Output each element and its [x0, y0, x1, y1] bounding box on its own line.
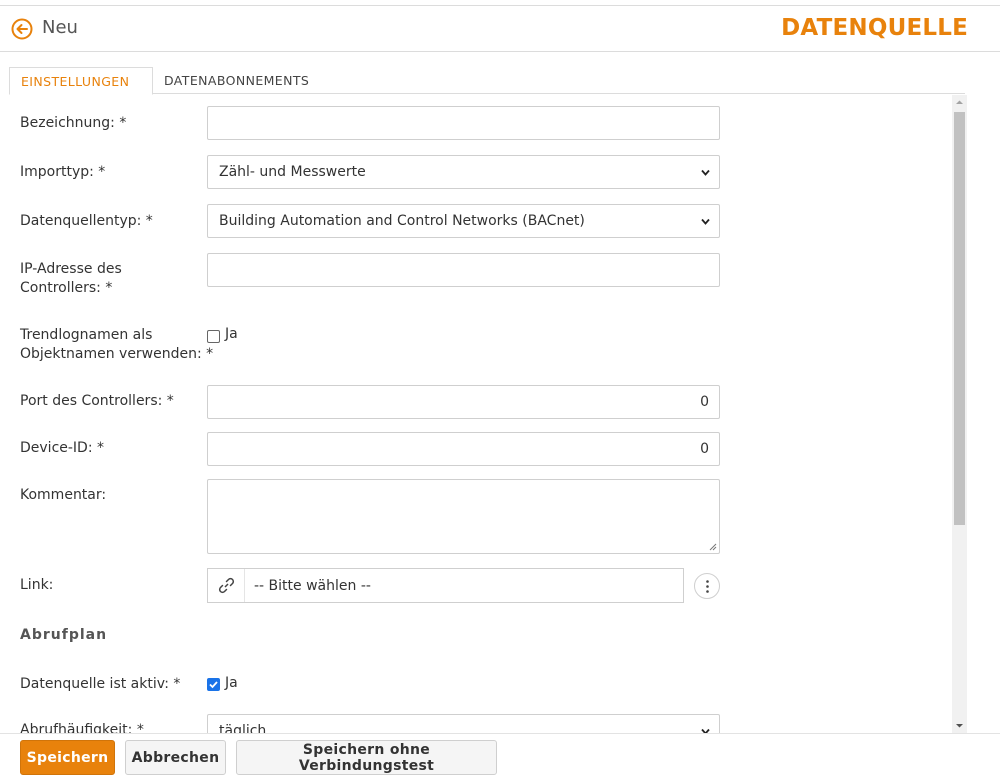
abrufhaeufigkeit-label: Abrufhäufigkeit: *	[20, 722, 144, 733]
link-select[interactable]: -- Bitte wählen --	[207, 568, 684, 603]
aktiv-label: Datenquelle ist aktiv: *	[20, 676, 181, 692]
resize-handle-icon[interactable]	[709, 543, 717, 551]
device-id-input[interactable]: 0	[207, 432, 720, 466]
back-arrow-icon[interactable]	[11, 18, 33, 40]
link-more-button[interactable]	[694, 573, 720, 599]
page-title: Neu	[42, 17, 78, 38]
cancel-button[interactable]: Abbrechen	[125, 740, 226, 775]
scroll-up-arrow-icon[interactable]	[952, 95, 967, 110]
trendlog-checkbox[interactable]	[207, 330, 220, 343]
scroll-down-arrow-icon[interactable]	[952, 718, 967, 733]
importtyp-value: Zähl- und Messwerte	[219, 164, 366, 180]
trendlog-label-line1: Trendlognamen als	[20, 327, 153, 343]
ip-label-line2: Controllers: *	[20, 280, 113, 296]
more-vertical-icon	[706, 580, 709, 593]
tab-datenabonnements[interactable]: DATENABONNEMENTS	[164, 67, 309, 95]
abrufhaeufigkeit-value: täglich	[219, 723, 267, 733]
link-value: -- Bitte wählen --	[254, 578, 371, 594]
module-title: DATENQUELLE	[781, 15, 968, 41]
device-id-label: Device-ID: *	[20, 440, 105, 456]
device-id-value: 0	[700, 441, 709, 457]
abrufhaeufigkeit-select[interactable]: täglich	[207, 714, 720, 733]
bezeichnung-input[interactable]	[207, 106, 720, 140]
scrollbar-thumb[interactable]	[954, 112, 965, 525]
trendlog-check-label: Ja	[225, 326, 238, 342]
importtyp-label: Importtyp: *	[20, 164, 106, 180]
trendlog-label-line2: Objektnamen verwenden: *	[20, 346, 214, 362]
datenquellentyp-label: Datenquellentyp: *	[20, 213, 153, 229]
vertical-scrollbar[interactable]	[952, 95, 967, 733]
page-header: Neu DATENQUELLE	[0, 6, 1000, 52]
link-icon-cell	[208, 569, 245, 602]
tab-bar: EINSTELLUNGEN DATENABONNEMENTS	[9, 67, 965, 95]
ip-label-line1: IP-Adresse des	[20, 261, 122, 277]
importtyp-select[interactable]: Zähl- und Messwerte	[207, 155, 720, 189]
port-label: Port des Controllers: *	[20, 393, 174, 409]
kommentar-textarea[interactable]	[207, 479, 720, 554]
datenquellentyp-value: Building Automation and Control Networks…	[219, 213, 585, 229]
port-input[interactable]: 0	[207, 385, 720, 419]
form-area: Bezeichnung: * Importtyp: * Zähl- und Me…	[9, 95, 952, 733]
kommentar-label: Kommentar:	[20, 487, 107, 503]
ip-address-input[interactable]	[207, 253, 720, 287]
chevron-down-icon	[701, 169, 710, 176]
link-chain-icon	[218, 577, 235, 594]
link-label: Link:	[20, 577, 54, 593]
port-value: 0	[700, 394, 709, 410]
tab-einstellungen[interactable]: EINSTELLUNGEN	[9, 67, 153, 95]
datenquellentyp-select[interactable]: Building Automation and Control Networks…	[207, 204, 720, 238]
save-button[interactable]: Speichern	[20, 740, 115, 775]
footer-bar: Speichern Abbrechen Speichern ohne Verbi…	[0, 733, 1000, 779]
checkmark-icon	[209, 681, 218, 689]
chevron-down-icon	[701, 218, 710, 225]
aktiv-check-label: Ja	[225, 675, 238, 691]
save-without-test-button[interactable]: Speichern ohne Verbindungstest	[236, 740, 497, 775]
section-abrufplan-title: Abrufplan	[20, 627, 108, 643]
bezeichnung-label: Bezeichnung: *	[20, 115, 127, 131]
aktiv-checkbox[interactable]	[207, 678, 220, 691]
